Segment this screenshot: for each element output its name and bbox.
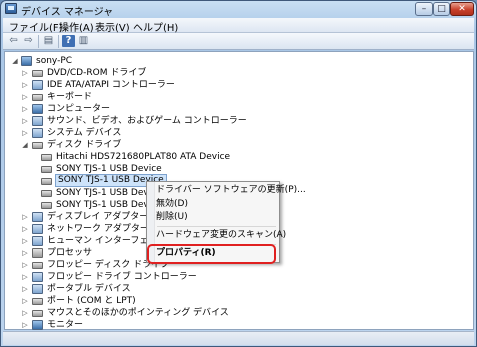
console-tree-icon[interactable]: ▤ <box>42 35 55 47</box>
tree-item-label: ディスプレイ アダプター <box>47 212 149 222</box>
disk-drive-icon <box>41 178 52 185</box>
tree-root-label: sony-PC <box>36 56 73 66</box>
expand-arrow-icon[interactable]: ▷ <box>21 67 29 79</box>
forward-arrow-icon[interactable]: ⇨ <box>22 35 35 47</box>
tree-item-label: モニター <box>47 320 84 330</box>
tree-item-monitor[interactable]: ▷ モニター <box>21 319 321 331</box>
expand-arrow-icon[interactable]: ▷ <box>21 283 29 295</box>
tree-item-system[interactable]: ▷ システム デバイス <box>21 127 321 139</box>
system-device-icon <box>32 128 43 138</box>
device-manager-window: デバイス マネージャ – □ ✕ ファイル(F) 操作(A) 表示(V) ヘルプ… <box>0 0 477 347</box>
menu-file[interactable]: ファイル(F) <box>9 19 63 34</box>
tree-item-keyboard[interactable]: ▷ キーボード <box>21 91 321 103</box>
hid-icon <box>32 236 43 246</box>
expand-arrow-icon[interactable]: ▷ <box>21 115 29 127</box>
tree-item-label: IDE ATA/ATAPI コントローラー <box>47 80 175 90</box>
status-bar <box>3 331 474 345</box>
disk-drive-icon <box>41 154 52 161</box>
expand-arrow-icon[interactable]: ▷ <box>21 247 29 259</box>
tree-root[interactable]: ◢ sony-PC <box>11 55 211 67</box>
tree-item-label: DVD/CD-ROM ドライブ <box>47 68 147 78</box>
expand-arrow-icon[interactable]: ▷ <box>21 91 29 103</box>
tree-item-disk-child[interactable]: Hitachi HDS721680PLAT80 ATA Device <box>41 151 341 163</box>
tree-item-label: フロッピー ドライブ コントローラー <box>47 272 197 282</box>
tree-item-mouse[interactable]: ▷ マウスとそのほかのポインティング デバイス <box>21 307 341 319</box>
tree-item-label: ポート (COM と LPT) <box>47 296 136 306</box>
toolbar-separator <box>38 35 39 48</box>
expand-arrow-icon[interactable]: ▷ <box>21 79 29 91</box>
expand-arrow-icon[interactable]: ▷ <box>21 307 29 319</box>
tree-item-computer[interactable]: ▷ コンピューター <box>21 103 321 115</box>
expand-arrow-icon[interactable]: ▷ <box>21 319 29 331</box>
expand-arrow-icon[interactable]: ▷ <box>21 127 29 139</box>
tree-item-label: Hitachi HDS721680PLAT80 ATA Device <box>56 152 231 162</box>
properties-icon[interactable]: ▥ <box>77 35 90 47</box>
tree-item-label: システム デバイス <box>47 128 122 138</box>
mouse-icon <box>32 310 43 317</box>
speaker-icon <box>32 116 43 126</box>
tree-item-label: ポータブル デバイス <box>47 284 131 294</box>
collapse-arrow-icon[interactable]: ◢ <box>11 55 19 67</box>
device-manager-app-icon <box>5 3 17 14</box>
expand-arrow-icon[interactable]: ▷ <box>21 271 29 283</box>
menu-update-driver[interactable]: ドライバー ソフトウェアの更新(P)... <box>156 184 306 197</box>
properties-highlight-callout <box>147 244 276 264</box>
disk-drive-icon <box>41 202 52 209</box>
tree-item-sound[interactable]: ▷ サウンド、ビデオ、およびゲーム コントローラー <box>21 115 341 127</box>
menu-help[interactable]: ヘルプ(H) <box>133 19 178 34</box>
menu-bar: ファイル(F) 操作(A) 表示(V) ヘルプ(H) <box>3 18 474 34</box>
minimize-button[interactable]: – <box>415 2 433 16</box>
menu-disable[interactable]: 無効(D) <box>156 198 188 211</box>
expand-arrow-icon[interactable]: ▷ <box>21 235 29 247</box>
menu-action[interactable]: 操作(A) <box>59 19 94 34</box>
computer-icon <box>32 104 43 114</box>
floppy-disk-icon <box>32 262 43 269</box>
tree-item-ide[interactable]: ▷ IDE ATA/ATAPI コントローラー <box>21 79 321 91</box>
window-title: デバイス マネージャ <box>21 7 114 18</box>
menu-uninstall[interactable]: 削除(U) <box>156 211 188 224</box>
tree-item-dvd[interactable]: ▷ DVD/CD-ROM ドライブ <box>21 67 321 79</box>
tree-item-label: ディスク ドライブ <box>47 140 122 150</box>
expand-arrow-icon[interactable]: ▷ <box>21 211 29 223</box>
tree-item-disk[interactable]: ◢ ディスク ドライブ <box>21 139 321 151</box>
expand-arrow-icon[interactable]: ▷ <box>21 103 29 115</box>
tree-item-label: プロセッサ <box>47 248 93 258</box>
portable-device-icon <box>32 284 43 294</box>
tree-item-portable[interactable]: ▷ ポータブル デバイス <box>21 283 321 295</box>
tree-item-label: コンピューター <box>47 104 111 114</box>
ide-controller-icon <box>32 80 43 90</box>
collapse-arrow-icon[interactable]: ◢ <box>21 139 29 151</box>
expand-arrow-icon[interactable]: ▷ <box>21 295 29 307</box>
disk-drive-icon <box>41 166 52 173</box>
keyboard-icon <box>32 94 43 101</box>
display-adapter-icon <box>32 212 43 222</box>
disk-drive-icon <box>41 190 52 197</box>
help-icon[interactable]: ? <box>62 35 75 47</box>
floppy-controller-icon <box>32 272 43 282</box>
close-button[interactable]: ✕ <box>450 2 474 16</box>
dvd-drive-icon <box>32 70 43 77</box>
disk-drive-icon <box>32 142 43 149</box>
menu-separator <box>157 226 276 227</box>
monitor-icon <box>32 320 43 330</box>
tree-item-label: ネットワーク アダプター <box>47 224 149 234</box>
toolbar: ⇦ ⇨ ▤ ? ▥ <box>3 33 474 50</box>
tree-item-label: キーボード <box>47 92 93 102</box>
expand-arrow-icon[interactable]: ▷ <box>21 223 29 235</box>
port-icon <box>32 298 43 305</box>
expand-arrow-icon[interactable]: ▷ <box>21 259 29 271</box>
tree-item-floppy-controller[interactable]: ▷ フロッピー ドライブ コントローラー <box>21 271 321 283</box>
menu-view[interactable]: 表示(V) <box>95 19 130 34</box>
tree-item-label: サウンド、ビデオ、およびゲーム コントローラー <box>47 116 247 126</box>
back-arrow-icon[interactable]: ⇦ <box>7 35 20 47</box>
maximize-button[interactable]: □ <box>433 2 450 16</box>
menu-scan-hardware[interactable]: ハードウェア変更のスキャン(A) <box>156 229 286 242</box>
tree-item-ports[interactable]: ▷ ポート (COM と LPT) <box>21 295 321 307</box>
network-adapter-icon <box>32 224 43 234</box>
title-bar[interactable]: デバイス マネージャ – □ ✕ <box>1 1 476 18</box>
tree-item-label: マウスとそのほかのポインティング デバイス <box>47 308 229 318</box>
toolbar-separator <box>58 35 59 48</box>
computer-icon <box>21 56 32 66</box>
processor-icon <box>32 248 43 258</box>
